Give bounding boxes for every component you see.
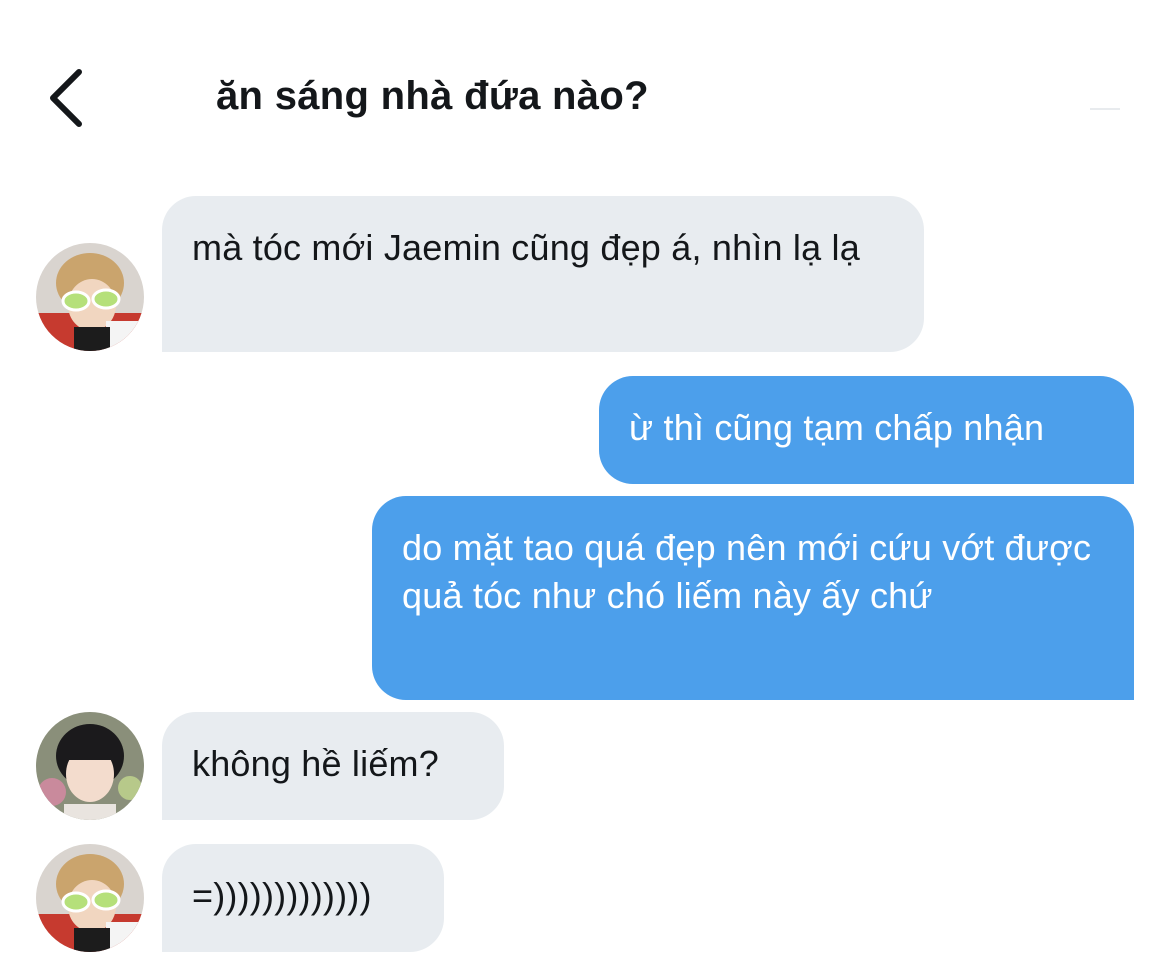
chevron-left-icon: [50, 69, 82, 127]
avatar-photo-icon: [36, 844, 144, 952]
message-text: do mặt tao quá đẹp nên mới cứu vớt được …: [402, 527, 1092, 616]
message-text: mà tóc mới Jaemin cũng đẹp á, nhìn lạ lạ: [192, 227, 860, 268]
message-bubble-sent[interactable]: ừ thì cũng tạm chấp nhận: [599, 376, 1134, 484]
message-bubble-received[interactable]: =))))))))))))): [162, 844, 444, 952]
message-bubble-received[interactable]: mà tóc mới Jaemin cũng đẹp á, nhìn lạ lạ: [162, 196, 924, 352]
header-divider: [1090, 108, 1120, 110]
avatar-photo-icon: [36, 712, 144, 820]
sender-avatar[interactable]: [36, 712, 144, 820]
back-button[interactable]: [30, 58, 100, 138]
sender-avatar[interactable]: [36, 844, 144, 952]
message-bubble-sent[interactable]: do mặt tao quá đẹp nên mới cứu vớt được …: [372, 496, 1134, 700]
message-bubble-received[interactable]: không hề liếm?: [162, 712, 504, 820]
message-text: ừ thì cũng tạm chấp nhận: [629, 407, 1045, 448]
avatar-photo-icon: [36, 243, 144, 351]
sender-avatar[interactable]: [36, 243, 144, 351]
chat-screen: ăn sáng nhà đứa nào? mà tóc mới Jaemin c…: [0, 0, 1169, 971]
message-text: =))))))))))))): [192, 875, 372, 916]
conversation-title[interactable]: ăn sáng nhà đứa nào?: [216, 74, 649, 119]
chat-header: ăn sáng nhà đứa nào?: [0, 0, 1169, 160]
message-text: không hề liếm?: [192, 743, 439, 784]
